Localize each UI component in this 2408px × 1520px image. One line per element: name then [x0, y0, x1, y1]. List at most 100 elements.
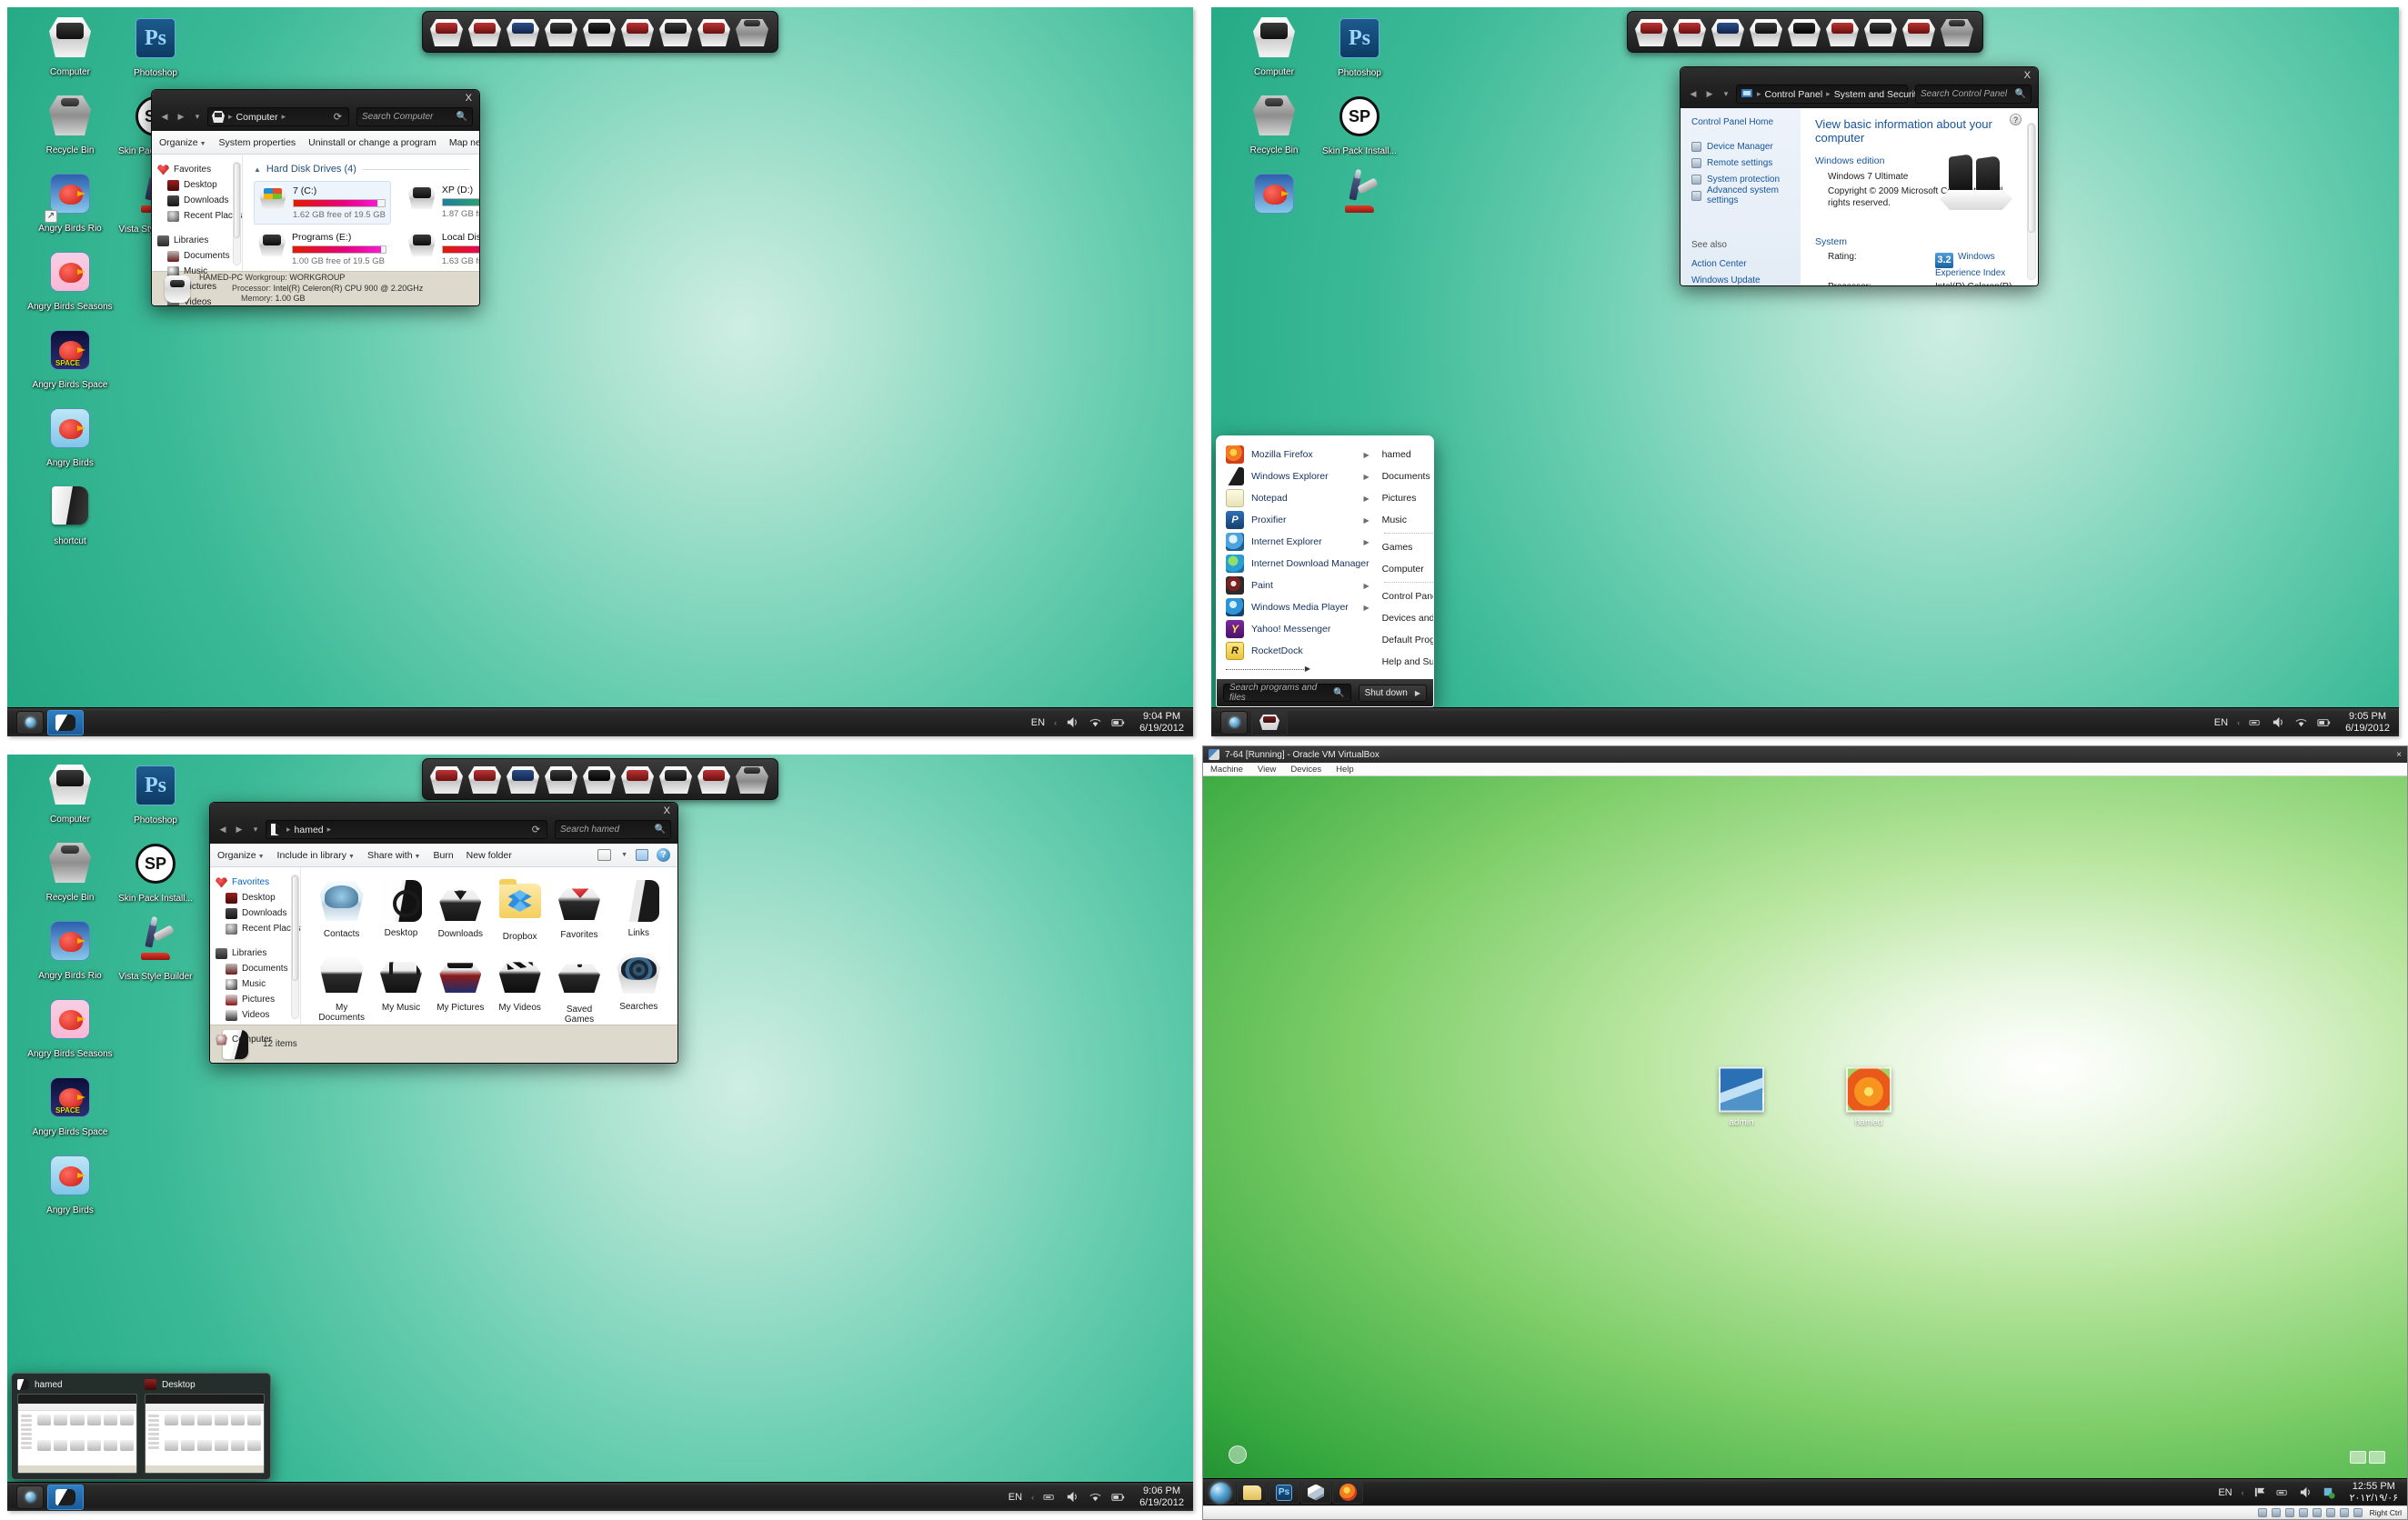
start-menu-place-pictures[interactable]: Pictures: [1382, 487, 1433, 509]
start-menu-item-proxifier[interactable]: P Proxifier ▶: [1217, 509, 1377, 531]
preview-pane-icon[interactable]: [636, 849, 648, 861]
vm-taskbar-photoshop[interactable]: Ps: [1269, 1481, 1299, 1504]
nav-documents[interactable]: Documents: [216, 961, 300, 976]
drive-item-d[interactable]: XP (D:) 1.87 GB free of 9.76 GB: [404, 181, 479, 225]
collapse-triangle-icon[interactable]: ▲: [254, 165, 261, 174]
dock-item-recycle-bin[interactable]: [1941, 16, 1975, 47]
desktop-icon-vista-style-builder[interactable]: Vista Style Builder: [102, 922, 209, 982]
toolbar-system-properties[interactable]: System properties: [219, 137, 296, 148]
vm-taskbar-firefox[interactable]: [1332, 1481, 1363, 1504]
dock-item-media[interactable]: [507, 16, 541, 47]
desktop-icon-skinpack[interactable]: SP Skin Pack Install...: [102, 844, 209, 904]
menu-devices[interactable]: Devices: [1290, 765, 1321, 775]
refresh-icon[interactable]: ⟳: [334, 111, 345, 123]
start-menu-place-computer[interactable]: Computer: [1382, 558, 1433, 580]
flag-icon[interactable]: [2253, 1485, 2267, 1499]
file-item-favorites[interactable]: Favorites: [551, 878, 607, 942]
search-input[interactable]: Search Control Panel 🔍: [1915, 85, 2032, 104]
toolbar-uninstall-program[interactable]: Uninstall or change a program: [308, 137, 436, 148]
menu-help[interactable]: Help: [1336, 765, 1354, 775]
battery-icon[interactable]: [2317, 715, 2331, 729]
file-item-desktop[interactable]: Desktop: [373, 878, 428, 942]
show-hidden-icons-chevron[interactable]: ‹: [2242, 1488, 2244, 1497]
clock[interactable]: 9:04 PM 6/19/2012: [1134, 711, 1184, 735]
help-icon[interactable]: ?: [2010, 114, 2022, 125]
rocketdock-3[interactable]: [422, 758, 778, 800]
toolbar-share-with[interactable]: Share with ▼: [367, 850, 421, 861]
hard-disk-activity-icon[interactable]: [2257, 1508, 2267, 1517]
wireless-icon[interactable]: [2294, 715, 2308, 729]
toolbar-new-folder[interactable]: New folder: [467, 850, 512, 861]
dock-item-music[interactable]: [1864, 16, 1899, 47]
host-key-icon[interactable]: [2353, 1508, 2363, 1517]
file-item-searches[interactable]: Searches: [611, 951, 667, 1025]
virtualbox-window[interactable]: 7-64 [Running] - Oracle VM VirtualBox × …: [1202, 745, 2408, 1520]
toolbar-organize[interactable]: Organize ▼: [217, 850, 265, 861]
start-menu-place-games[interactable]: Games: [1382, 536, 1433, 558]
show-hidden-icons-chevron[interactable]: ‹: [1031, 1493, 1034, 1502]
thumbnail-image[interactable]: [145, 1394, 265, 1474]
usb-activity-icon[interactable]: [2284, 1508, 2294, 1517]
toolbar-burn[interactable]: Burn: [433, 850, 453, 861]
dock-item-media[interactable]: [507, 764, 541, 795]
start-menu-item-idm[interactable]: Internet Download Manager: [1217, 553, 1377, 575]
thumbnail-desktop[interactable]: Desktop: [145, 1379, 265, 1474]
toolbar-organize[interactable]: Organize ▼: [159, 137, 206, 148]
file-item-my-pictures[interactable]: My Pictures: [433, 951, 488, 1025]
sidebar-item-windows-update[interactable]: Windows Update: [1691, 272, 1793, 285]
forward-button[interactable]: ▶: [233, 825, 246, 835]
content-scrollbar[interactable]: [2027, 123, 2036, 280]
shutdown-button[interactable]: Shut down ▶: [1358, 684, 1427, 702]
group-header-hard-disk-drives[interactable]: ▲ Hard Disk Drives (4): [254, 164, 470, 175]
thumbnail-image[interactable]: [17, 1394, 137, 1474]
file-item-my-documents[interactable]: My Documents: [314, 951, 369, 1025]
nav-favorites[interactable]: Favorites: [157, 162, 242, 177]
file-item-contacts[interactable]: Contacts: [314, 878, 369, 942]
volume-icon[interactable]: [1066, 1490, 1079, 1504]
desktop-icon-angry-birds[interactable]: Angry Birds: [16, 408, 124, 468]
clock[interactable]: 9:05 PM 6/19/2012: [2340, 711, 2390, 735]
taskbar-button-explorer[interactable]: [47, 1484, 84, 1510]
volume-icon[interactable]: [2299, 1485, 2313, 1499]
vm-user-hamed[interactable]: hamed: [1846, 1066, 1891, 1127]
drive-item-f[interactable]: Local Disk (F:) 1.63 GB free of 100 GB: [404, 228, 479, 270]
dock-item-my-documents[interactable]: [468, 16, 503, 47]
taskbar-3[interactable]: EN ‹ 9:06 PM 6/19/2012: [7, 1482, 1193, 1511]
dock-item-games[interactable]: [1750, 16, 1784, 47]
nav-libraries[interactable]: Libraries: [216, 945, 300, 961]
file-item-links[interactable]: Links: [611, 878, 667, 942]
dock-item-media[interactable]: [1711, 16, 1746, 47]
breadcrumb-control-panel[interactable]: Control Panel: [1765, 89, 1823, 100]
desktop-icon-angry-birds-space[interactable]: SPACE Angry Birds Space: [16, 330, 124, 390]
start-menu-item-notepad[interactable]: Notepad ▶: [1217, 487, 1377, 509]
menu-machine[interactable]: Machine: [1210, 765, 1243, 775]
battery-icon[interactable]: [1111, 1490, 1125, 1504]
power-options[interactable]: [2350, 1451, 2385, 1464]
battery-icon[interactable]: [1111, 715, 1125, 729]
show-hidden-icons-chevron[interactable]: ‹: [2237, 718, 2240, 727]
back-button[interactable]: ◀: [216, 825, 229, 835]
network-icon[interactable]: [1043, 1490, 1057, 1504]
start-menu[interactable]: Mozilla Firefox ▶ Windows Explorer ▶ Notep…: [1216, 435, 1434, 707]
hamed-folder-window[interactable]: X ◀ ▶ ▾ ▸ hamed ▸ ⟳ Search hamed 🔍 Organ…: [209, 802, 678, 1064]
nav-pictures[interactable]: Pictures: [216, 992, 300, 1007]
breadcrumb-system-and-security[interactable]: System and Security: [1834, 89, 1921, 100]
chevron-down-icon[interactable]: ▼: [621, 852, 627, 858]
file-item-my-music[interactable]: My Music: [373, 951, 428, 1025]
nav-recent-places[interactable]: Recent Places: [157, 208, 242, 224]
forward-button[interactable]: ▶: [175, 112, 187, 122]
history-dropdown-icon[interactable]: ▾: [191, 112, 204, 122]
start-menu-place-control-panel[interactable]: Control Panel: [1382, 585, 1433, 607]
network-icon[interactable]: [2249, 715, 2263, 729]
close-icon[interactable]: X: [466, 93, 472, 104]
show-hidden-icons-chevron[interactable]: ‹: [1054, 718, 1057, 727]
scrollbar-thumb[interactable]: [2028, 124, 2035, 233]
file-item-my-videos[interactable]: My Videos: [492, 951, 547, 1025]
volume-icon[interactable]: [2272, 715, 2285, 729]
all-programs-button[interactable]: [1217, 662, 1377, 674]
nav-desktop[interactable]: Desktop: [157, 177, 242, 193]
start-button[interactable]: [16, 710, 44, 735]
dock-item-pictures-2[interactable]: [1902, 16, 1937, 47]
address-bar[interactable]: ▸ Control Panel ▸ System and Security ▸ …: [1736, 85, 1977, 104]
vm-user-admin[interactable]: admin: [1719, 1066, 1764, 1127]
